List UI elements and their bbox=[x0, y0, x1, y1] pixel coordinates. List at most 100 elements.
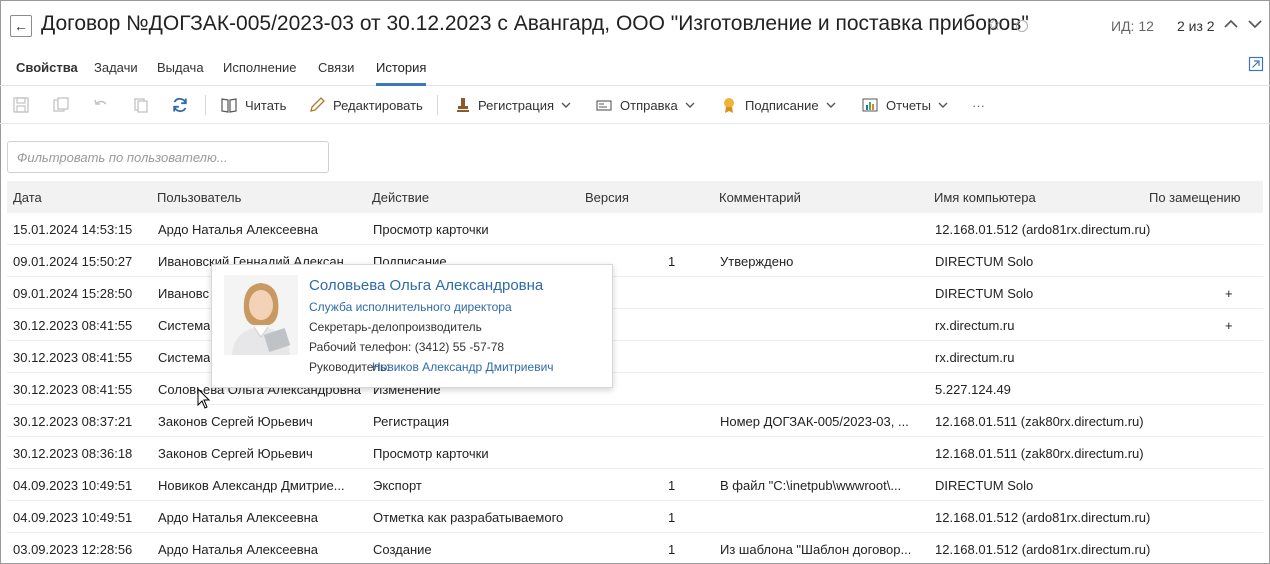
cell-version: 1 bbox=[668, 478, 676, 493]
table-row[interactable]: 09.01.2024 15:50:27 Ивановский Геннадий А… bbox=[7, 245, 1263, 277]
tab-issue[interactable]: Выдача bbox=[157, 60, 204, 83]
cell-comment: Номер ДОГЗАК-005/2023-03, ... bbox=[720, 414, 909, 429]
column-user[interactable]: Пользователь bbox=[157, 190, 241, 205]
cell-version: 1 bbox=[668, 510, 676, 525]
tab-tasks[interactable]: Задачи bbox=[94, 60, 138, 83]
chevron-down-icon bbox=[826, 102, 836, 108]
table-row[interactable]: 30.12.2023 08:41:55 Соловьева Ольга Алекс… bbox=[7, 373, 1263, 405]
book-icon bbox=[221, 98, 237, 113]
column-comment[interactable]: Комментарий bbox=[719, 190, 801, 205]
tab-links[interactable]: Связи bbox=[318, 60, 354, 83]
read-button[interactable]: Читать bbox=[220, 95, 286, 115]
cell-user: Система bbox=[158, 350, 211, 365]
cell-date: 09.01.2024 15:50:27 bbox=[13, 254, 133, 269]
tab-bar: Свойства Задачи Выдача Исполнение Связи … bbox=[0, 52, 1270, 86]
cell-host: 12.168.01.512 (ardo81rx.directum.ru) bbox=[935, 510, 1151, 525]
tab-history[interactable]: История bbox=[376, 60, 427, 86]
employee-photo bbox=[224, 275, 298, 355]
employee-phone: Рабочий телефон: (3412) 55 -57-78 bbox=[309, 340, 505, 354]
table-row[interactable]: 09.01.2024 15:28:50 Ивановс DIRECTUM Solo + bbox=[7, 277, 1263, 309]
refresh-icon[interactable] bbox=[171, 96, 189, 114]
chevron-down-icon bbox=[561, 102, 571, 108]
cell-host: 12.168.01.512 (ardo81rx.directum.ru) bbox=[935, 222, 1151, 237]
table-row[interactable]: 04.09.2023 10:49:51 Новиков Александр Дми… bbox=[7, 469, 1263, 501]
cell-user: Система bbox=[158, 318, 211, 333]
employee-position: Секретарь-делопроизводитель bbox=[309, 320, 482, 334]
save-icon[interactable] bbox=[12, 96, 30, 114]
pencil-icon bbox=[310, 97, 325, 112]
reports-menu[interactable]: Отчеты bbox=[861, 95, 948, 115]
cell-action: Просмотр карточки bbox=[373, 222, 489, 237]
cell-host: DIRECTUM Solo bbox=[935, 254, 1034, 269]
stamp-icon bbox=[457, 98, 469, 112]
medal-icon bbox=[724, 98, 734, 113]
cell-user: Ардо Наталья Алексеевна bbox=[158, 510, 319, 525]
tab-properties[interactable]: Свойства bbox=[16, 60, 78, 83]
cell-host: DIRECTUM Solo bbox=[935, 478, 1034, 493]
employee-department-link[interactable]: Служба исполнительного директора bbox=[309, 300, 512, 314]
chevron-down-icon[interactable] bbox=[1247, 14, 1263, 34]
registration-menu[interactable]: Регистрация bbox=[455, 95, 571, 115]
save-and-close-icon[interactable] bbox=[52, 96, 70, 114]
column-version[interactable]: Версия bbox=[585, 190, 629, 205]
open-in-new-window-icon[interactable] bbox=[1248, 56, 1264, 72]
pager-counter: 2 из 2 bbox=[1177, 18, 1215, 34]
toolbar: Читать Редактировать Регистрация Отправк… bbox=[0, 86, 1270, 124]
signing-menu[interactable]: Подписание bbox=[720, 95, 836, 115]
signing-label: Подписание bbox=[745, 97, 819, 113]
table-row[interactable]: 04.09.2023 10:49:51 Ардо Наталья Алексеев… bbox=[7, 501, 1263, 533]
chevron-up-icon[interactable] bbox=[1223, 14, 1239, 34]
cell-user: Ардо Наталья Алексеевна bbox=[158, 542, 319, 557]
employee-name-link[interactable]: Соловьева Ольга Александровна bbox=[309, 277, 543, 294]
record-id: ИД: 12 bbox=[1111, 18, 1154, 34]
cell-host: rx.directum.ru bbox=[935, 350, 1015, 365]
cell-comment: Из шаблона "Шаблон договор... bbox=[720, 542, 912, 557]
table-row[interactable]: 15.01.2024 14:53:15 Ардо Наталья Алексеев… bbox=[7, 213, 1263, 245]
cell-action: Отметка как разрабатываемого bbox=[373, 510, 564, 525]
cell-date: 09.01.2024 15:28:50 bbox=[13, 286, 133, 301]
cell-version: 1 bbox=[668, 254, 676, 269]
table-row[interactable]: 03.09.2023 12:28:56 Ардо Наталья Алексеев… bbox=[7, 533, 1263, 564]
registration-label: Регистрация bbox=[478, 97, 554, 113]
cell-date: 04.09.2023 10:49:51 bbox=[13, 510, 133, 525]
cell-user: Ардо Наталья Алексеевна bbox=[158, 222, 319, 237]
send-label: Отправка bbox=[620, 97, 678, 113]
column-action[interactable]: Действие bbox=[372, 190, 429, 205]
column-substitution[interactable]: По замещению bbox=[1149, 190, 1241, 205]
more-actions-button[interactable]: ··· bbox=[972, 95, 985, 115]
cell-host: 5.227.124.49 bbox=[935, 382, 1011, 397]
cell-substitution: + bbox=[1225, 286, 1233, 301]
table-row[interactable]: 30.12.2023 08:41:55 Система rx.directum.ru bbox=[7, 341, 1263, 373]
cell-date: 04.09.2023 10:49:51 bbox=[13, 478, 133, 493]
tab-execution[interactable]: Исполнение bbox=[223, 60, 297, 83]
cell-date: 30.12.2023 08:41:55 bbox=[13, 350, 133, 365]
cell-host: 12.168.01.512 (ardo81rx.directum.ru) bbox=[935, 542, 1151, 557]
copy-icon[interactable] bbox=[132, 96, 150, 114]
employee-card-popup: Соловьева Ольга Александровна Служба исп… bbox=[211, 264, 613, 388]
send-menu[interactable]: Отправка bbox=[595, 95, 695, 115]
status-circle-icon[interactable] bbox=[1016, 20, 1028, 32]
edit-button[interactable]: Редактировать bbox=[308, 95, 423, 115]
card-header: ← Договор №ДОГЗАК-005/2023-03 от 30.12.2… bbox=[0, 0, 1270, 52]
table-row[interactable]: 30.12.2023 08:41:55 Система rx.directum.ru… bbox=[7, 309, 1263, 341]
manager-link[interactable]: Новиков Александр Дмитриевич bbox=[372, 360, 554, 374]
cell-date: 03.09.2023 12:28:56 bbox=[13, 542, 133, 557]
edit-label: Редактировать bbox=[333, 97, 423, 113]
column-host[interactable]: Имя компьютера bbox=[934, 190, 1036, 205]
envelope-icon bbox=[596, 100, 612, 111]
cell-date: 30.12.2023 08:36:18 bbox=[13, 446, 133, 461]
cell-action: Регистрация bbox=[373, 414, 449, 429]
favorite-star-icon[interactable]: ☆ bbox=[986, 14, 1002, 35]
column-date[interactable]: Дата bbox=[13, 190, 42, 205]
cell-date: 30.12.2023 08:41:55 bbox=[13, 382, 133, 397]
undo-icon[interactable] bbox=[92, 96, 110, 114]
back-button[interactable]: ← bbox=[10, 15, 32, 37]
table-row[interactable]: 30.12.2023 08:36:18 Законов Сергей Юрьеви… bbox=[7, 437, 1263, 469]
cell-host: DIRECTUM Solo bbox=[935, 286, 1034, 301]
cell-user: Законов Сергей Юрьевич bbox=[158, 446, 313, 461]
cell-user: Ивановс bbox=[158, 286, 210, 301]
cell-substitution: + bbox=[1225, 318, 1233, 333]
user-filter-input[interactable] bbox=[7, 141, 329, 173]
cell-host: rx.directum.ru bbox=[935, 318, 1015, 333]
table-row[interactable]: 30.12.2023 08:37:21 Законов Сергей Юрьеви… bbox=[7, 405, 1263, 437]
